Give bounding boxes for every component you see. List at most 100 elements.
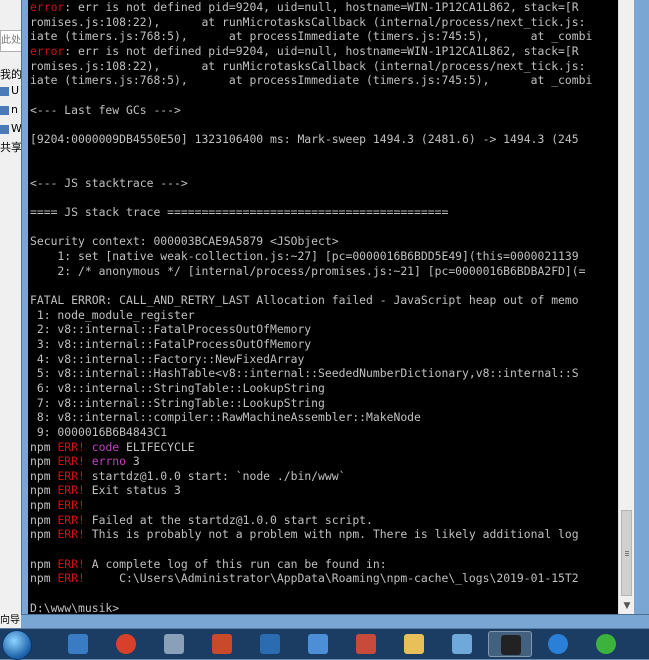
scrollbar-grip-icon xyxy=(625,551,629,552)
console-line: 6: v8::internal::StringTable::LookupStri… xyxy=(30,381,325,395)
console-line-prefix: npm ERR! xyxy=(30,556,85,571)
background-item[interactable]: U xyxy=(0,84,19,97)
console-line: iate (timers.js:768:5), at processImmedi… xyxy=(30,73,592,87)
console-line: npm ERR! A complete log of this run can … xyxy=(30,557,387,571)
console-line-prefix: npm ERR! xyxy=(30,454,85,469)
console-line: 9: 0000016B6B4843C1 xyxy=(30,425,167,439)
console-line-text: [9204:0000009DB4550E50] 1323106400 ms: M… xyxy=(30,131,579,146)
console-line: romises.js:108:22), at runMicrotasksCall… xyxy=(30,15,585,29)
background-item-label[interactable]: 我的 xyxy=(0,66,22,82)
console-line-text: D:\www\musik>_ xyxy=(30,600,127,614)
console-line-text: 2: v8::internal::FatalProcessOutOfMemory xyxy=(30,322,312,337)
console-line: 4: v8::internal::Factory::NewFixedArray xyxy=(30,352,304,366)
console-line: 8: v8::internal::compiler::RawMachineAss… xyxy=(30,410,421,424)
notepad-icon xyxy=(452,634,472,654)
console-line: [9204:0000009DB4550E50] 1323106400 ms: M… xyxy=(30,132,579,146)
file-icon xyxy=(0,124,9,134)
console-line-text: 3: v8::internal::FatalProcessOutOfMemory xyxy=(30,336,312,351)
console-line: 3: v8::internal::FatalProcessOutOfMemory xyxy=(30,337,311,351)
console-line: npm ERR! startdz@1.0.0 start: `node ./bi… xyxy=(30,469,345,483)
taskbar-button[interactable] xyxy=(536,631,580,657)
console-line-text: <--- Last few GCs ---> xyxy=(30,102,181,117)
console-line: 5: v8::internal::HashTable<v8::internal:… xyxy=(30,366,579,380)
console-line-prefix: error xyxy=(30,43,65,58)
taskbar-button[interactable] xyxy=(200,631,244,657)
scrollbar-thumb[interactable] xyxy=(621,510,632,596)
iis-manager-icon xyxy=(260,634,280,654)
console-window-frame-bottom xyxy=(21,614,649,629)
console-line-text: romises.js:108:22), at runMicrotasksCall… xyxy=(30,58,586,73)
chrome-icon xyxy=(116,634,136,654)
console-line: error: err is not defined pid=9204, uid=… xyxy=(30,0,579,14)
server-manager-icon xyxy=(68,634,88,654)
console-line: <--- Last few GCs ---> xyxy=(30,103,181,117)
console-line-text: 7: v8::internal::StringTable::LookupStri… xyxy=(30,395,325,410)
background-item[interactable]: n xyxy=(0,103,18,116)
taskbar-button[interactable] xyxy=(248,631,292,657)
console-line-text: iate (timers.js:768:5), at processImmedi… xyxy=(30,29,593,44)
background-item-label: n xyxy=(11,103,18,116)
console-line-text: 4: v8::internal::Factory::NewFixedArray xyxy=(30,351,305,366)
console-line-prefix: npm ERR! xyxy=(30,498,85,513)
console-line-prefix: npm ERR! xyxy=(30,527,85,542)
console-line-text: 1: node_module_register xyxy=(30,307,195,322)
taskbar-button[interactable] xyxy=(104,631,148,657)
console-line: npm ERR! Exit status 3 xyxy=(30,483,181,497)
taskbar-button[interactable] xyxy=(152,631,196,657)
filezilla-icon xyxy=(212,634,232,654)
cmd-icon xyxy=(501,635,521,655)
taskbar-button[interactable] xyxy=(392,631,436,657)
console-line-text: 8: v8::internal::compiler::RawMachineAss… xyxy=(30,410,421,425)
console-line-prefix: npm ERR! xyxy=(30,483,85,498)
green-app-icon xyxy=(596,634,616,654)
console-line-text: Security context: 000003BCAE9A5879 <JSOb… xyxy=(30,234,339,249)
console-line: npm ERR! errno 3 xyxy=(30,454,140,468)
console-line: Security context: 000003BCAE9A5879 <JSOb… xyxy=(30,234,339,248)
console-line: npm ERR! C:\Users\Administrator\AppData\… xyxy=(30,571,579,585)
console-line-prefix: error xyxy=(30,0,65,14)
console-line-text: : err is not defined pid=9204, uid=null,… xyxy=(64,0,579,14)
console-line-prefix: npm ERR! xyxy=(30,439,85,454)
taskbar-button[interactable] xyxy=(584,631,628,657)
taskbar-button[interactable] xyxy=(440,631,484,657)
taskbar-button[interactable] xyxy=(344,631,388,657)
console-line-text: C:\Users\Administrator\AppData\Roaming\n… xyxy=(84,571,579,586)
console-line: FATAL ERROR: CALL_AND_RETRY_LAST Allocat… xyxy=(30,293,579,307)
console-output[interactable]: error: err is not defined pid=9204, uid=… xyxy=(28,0,618,614)
console-line-text: A complete log of this run can be found … xyxy=(84,556,387,571)
console-line: npm ERR! This is probably not a problem … xyxy=(30,527,579,541)
taskbar xyxy=(0,628,649,660)
console-line: iate (timers.js:768:5), at processImmedi… xyxy=(30,29,592,43)
background-item-label: U xyxy=(11,84,20,97)
console-line: npm ERR! xyxy=(30,498,85,512)
taskbar-button[interactable] xyxy=(488,631,532,657)
console-line-text: 9: 0000016B6B4843C1 xyxy=(30,424,168,439)
console-line: npm ERR! code ELIFECYCLE xyxy=(30,440,195,454)
dreamweaver-icon xyxy=(356,634,376,654)
console-line: 2: /* anonymous */ [internal/process/pro… xyxy=(30,264,585,278)
console-line: 2: v8::internal::FatalProcessOutOfMemory xyxy=(30,322,311,336)
scroll-down-arrow-icon[interactable]: ▼ xyxy=(619,598,635,614)
background-item[interactable]: W xyxy=(0,122,22,135)
file-icon xyxy=(0,86,9,96)
console-line-text: This is probably not a problem with npm.… xyxy=(84,527,579,542)
vmware-icon xyxy=(308,634,328,654)
performance-monitor-icon xyxy=(164,634,184,654)
console-line-text: 1: set [native weak-collection.js:~27] [… xyxy=(30,249,579,264)
console-line: error: err is not defined pid=9204, uid=… xyxy=(30,44,579,58)
console-line-prefix: npm ERR! xyxy=(30,571,85,586)
console-line-text: 5: v8::internal::HashTable<v8::internal:… xyxy=(30,366,579,381)
console-line-text: 2: /* anonymous */ [internal/process/pro… xyxy=(30,263,586,278)
console-line-text: : err is not defined pid=9204, uid=null,… xyxy=(64,43,579,58)
folder-icon xyxy=(404,634,424,654)
taskbar-button[interactable] xyxy=(56,631,100,657)
console-scrollbar[interactable]: ▼ xyxy=(618,0,635,614)
console-line: D:\www\musik>_ xyxy=(30,601,126,614)
console-line: romises.js:108:22), at runMicrotasksCall… xyxy=(30,59,585,73)
taskbar-button[interactable] xyxy=(296,631,340,657)
start-orb-icon[interactable] xyxy=(2,630,32,660)
console-line-text: Failed at the startdz@1.0.0 start script… xyxy=(84,512,373,527)
background-item-label[interactable]: 共享 xyxy=(0,139,22,155)
console-line: 1: node_module_register xyxy=(30,308,195,322)
console-line-prefix: npm ERR! xyxy=(30,468,85,483)
